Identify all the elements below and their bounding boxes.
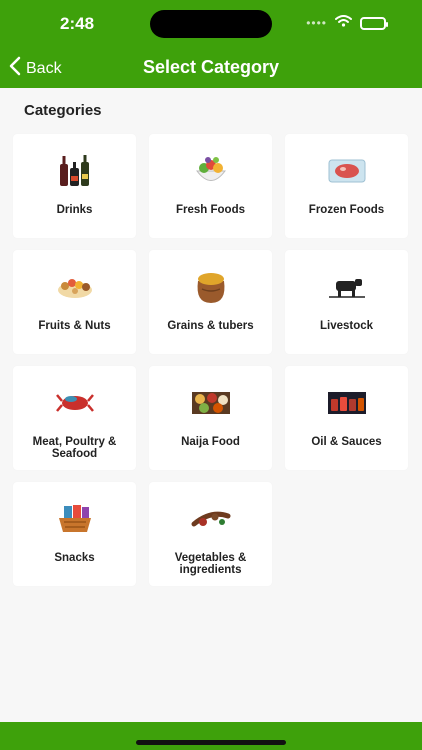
header-bar: 2:48 •••• Back Select Category — [0, 0, 422, 88]
home-indicator — [136, 740, 286, 745]
dynamic-island — [150, 10, 272, 38]
snack-basket-icon — [56, 496, 94, 542]
signal-dots-icon: •••• — [306, 16, 327, 30]
battery-icon — [360, 16, 388, 30]
status-icons: •••• — [306, 14, 388, 32]
category-card-drinks[interactable]: Drinks — [13, 134, 136, 238]
bottom-bar — [0, 722, 422, 750]
dishes-icon — [191, 380, 231, 426]
category-card-grains-tubers[interactable]: Grains & tubers — [149, 250, 272, 354]
category-label: Grains & tubers — [167, 320, 254, 332]
category-card-snacks[interactable]: Snacks — [13, 482, 136, 586]
category-label: Frozen Foods — [308, 204, 385, 216]
grain-sack-icon — [192, 264, 230, 310]
category-label: Fruits & Nuts — [38, 320, 111, 332]
section-title: Categories — [24, 102, 102, 119]
salad-bowl-icon — [194, 148, 228, 194]
page-title: Select Category — [142, 57, 280, 77]
frozen-meat-icon — [327, 148, 367, 194]
category-label: Meat, Poultry & Seafood — [32, 436, 117, 460]
bottles-icon — [57, 148, 93, 194]
wifi-icon — [335, 14, 352, 32]
category-card-vegetables-ingredients[interactable]: Vegetables & ingredients — [149, 482, 272, 586]
fruit-nut-platter-icon — [56, 264, 94, 310]
category-card-fruits-nuts[interactable]: Fruits & Nuts — [13, 250, 136, 354]
status-time: 2:48 — [60, 14, 95, 33]
category-label: Vegetables & ingredients — [174, 552, 247, 576]
category-card-meat-poultry-seafood[interactable]: Meat, Poultry & Seafood — [13, 366, 136, 470]
category-label: Drinks — [56, 204, 93, 216]
category-label: Snacks — [54, 552, 95, 564]
category-card-livestock[interactable]: Livestock — [285, 250, 408, 354]
category-card-frozen-foods[interactable]: Frozen Foods — [285, 134, 408, 238]
category-card-naija-food[interactable]: Naija Food — [149, 366, 272, 470]
category-label: Livestock — [319, 320, 374, 332]
category-label: Naija Food — [181, 436, 240, 448]
lobster-icon — [55, 380, 95, 426]
category-card-oil-sauces[interactable]: Oil & Sauces — [285, 366, 408, 470]
category-label: Fresh Foods — [175, 204, 245, 216]
category-grid: Drinks Fresh Foods Frozen Foods Fruits &… — [13, 134, 409, 586]
spices-icon — [191, 496, 231, 542]
category-card-fresh-foods[interactable]: Fresh Foods — [149, 134, 272, 238]
cow-icon — [328, 264, 366, 310]
category-label: Oil & Sauces — [311, 436, 382, 448]
sauce-jars-icon — [327, 380, 367, 426]
